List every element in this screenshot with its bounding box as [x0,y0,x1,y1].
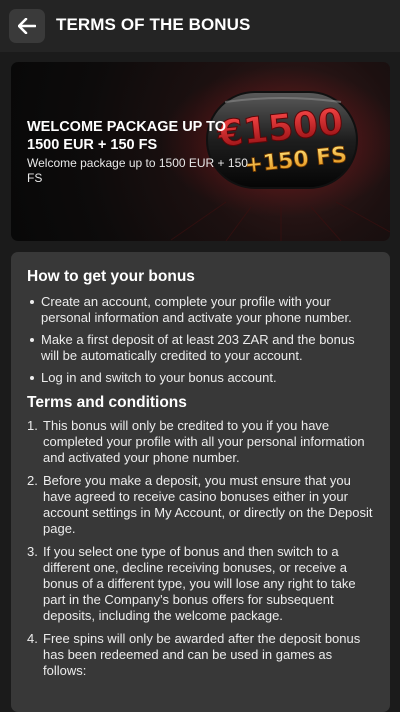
terms-list: 1. This bonus will only be credited to y… [27,418,374,679]
list-item: Log in and switch to your bonus account. [27,370,374,386]
list-item: Create an account, complete your profile… [27,294,374,326]
item-number: 3. [27,544,38,559]
bonus-terms-card: How to get your bonus Create an account,… [11,252,390,712]
promo-banner: €1500 +150 FS WELCOME PACKAGE UP TO 1500… [11,62,390,241]
item-text: Free spins will only be awarded after th… [43,631,361,678]
list-item: 4. Free spins will only be awarded after… [27,631,374,679]
how-to-list: Create an account, complete your profile… [27,294,374,386]
back-button[interactable] [9,9,45,43]
list-item: 1. This bonus will only be credited to y… [27,418,374,466]
item-number: 4. [27,631,38,646]
arrow-left-icon [18,18,36,34]
page-title: TERMS OF THE BONUS [56,15,251,34]
list-item: 2. Before you make a deposit, you must e… [27,473,374,537]
list-item: 3. If you select one type of bonus and t… [27,544,374,624]
banner-subtitle: Welcome package up to 1500 EUR + 150 FS [27,156,248,185]
item-text: If you select one type of bonus and then… [43,544,356,623]
list-item: Make a first deposit of at least 203 ZAR… [27,332,374,364]
item-number: 2. [27,473,38,488]
item-text: This bonus will only be credited to you … [43,418,365,465]
top-bar: TERMS OF THE BONUS [0,0,400,52]
terms-title: Terms and conditions [27,394,187,411]
item-number: 1. [27,418,38,433]
banner-title: WELCOME PACKAGE UP TO 1500 EUR + 150 FS [27,119,226,153]
item-text: Before you make a deposit, you must ensu… [43,473,373,536]
how-to-title: How to get your bonus [27,268,195,285]
